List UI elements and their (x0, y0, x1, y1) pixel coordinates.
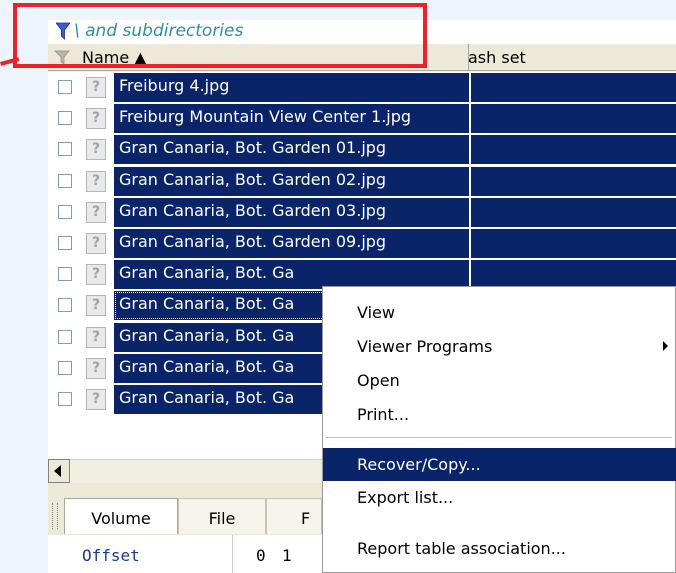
file-name: Gran Canaria, Bot. Garden 09.jpg (119, 232, 387, 251)
unknown-file-icon: ? (86, 108, 106, 130)
menu-item-export-list[interactable]: Export list... (323, 481, 676, 514)
unknown-file-icon: ? (86, 389, 106, 410)
file-name: Gran Canaria, Bot. Ga (119, 356, 295, 376)
file-name: Gran Canaria, Bot. Ga (119, 263, 295, 283)
arrow-left-icon (54, 465, 61, 477)
row-checkbox[interactable] (58, 298, 72, 313)
row-checkbox[interactable] (58, 173, 72, 188)
unknown-file-icon: ? (86, 201, 106, 223)
column-hash-set-label[interactable]: ash set (468, 48, 526, 67)
file-name: Gran Canaria, Bot. Garden 03.jpg (119, 200, 387, 220)
file-name: Gran Canaria, Bot. Ga (119, 294, 295, 314)
unknown-file-icon: ? (86, 357, 106, 379)
toolbar-grip[interactable] (52, 503, 58, 529)
file-name: Freiburg Mountain View Center 1.jpg (119, 107, 412, 127)
file-name: Gran Canaria, Bot. Ga (119, 388, 295, 407)
tab-f[interactable]: F (266, 498, 322, 534)
file-name: Freiburg 4.jpg (119, 76, 230, 95)
row-checkbox[interactable] (58, 236, 72, 250)
selection-highlight (471, 135, 676, 165)
row-checkbox[interactable] (58, 204, 72, 219)
file-row[interactable]: ? Freiburg 4.jpg (48, 72, 676, 103)
unknown-file-icon: ? (86, 264, 106, 286)
selection-highlight (471, 166, 676, 196)
file-row[interactable]: ? Gran Canaria, Bot. Garden 03.jpg (48, 197, 676, 228)
menu-item-open[interactable]: Open (323, 364, 676, 397)
menu-item-report-table-association[interactable]: Report table association... (323, 532, 676, 565)
selection-highlight (471, 229, 676, 258)
offset-divider (232, 535, 233, 573)
menu-separator (326, 437, 672, 438)
annotation-highlight-box (13, 3, 427, 68)
tab-volume[interactable]: Volume (64, 498, 178, 534)
tab-file[interactable]: File (178, 498, 266, 534)
unknown-file-icon: ? (86, 233, 106, 254)
unknown-file-icon: ? (86, 295, 106, 317)
file-row[interactable]: ? Freiburg Mountain View Center 1.jpg (48, 103, 676, 134)
row-checkbox[interactable] (58, 80, 72, 94)
row-checkbox[interactable] (58, 360, 72, 375)
file-name: Gran Canaria, Bot. Garden 02.jpg (119, 169, 387, 189)
submenu-arrow-icon (663, 341, 668, 351)
unknown-file-icon: ? (86, 77, 106, 98)
row-checkbox[interactable] (58, 267, 72, 282)
selection-highlight (471, 104, 676, 134)
offset-value-0: 0 (256, 546, 266, 565)
file-row[interactable]: ? Gran Canaria, Bot. Garden 02.jpg (48, 166, 676, 197)
unknown-file-icon: ? (86, 139, 106, 161)
file-name: Gran Canaria, Bot. Ga (119, 325, 295, 345)
selection-highlight (471, 73, 676, 102)
row-checkbox[interactable] (58, 392, 72, 406)
unknown-file-icon: ? (86, 170, 106, 192)
file-name: Gran Canaria, Bot. Garden 01.jpg (119, 138, 387, 158)
row-checkbox[interactable] (58, 111, 72, 126)
unknown-file-icon: ? (86, 326, 106, 348)
row-checkbox[interactable] (58, 329, 72, 344)
offset-label: Offset (82, 546, 140, 565)
menu-item-viewer-programs[interactable]: Viewer Programs (323, 330, 676, 363)
offset-value-1: 1 (282, 546, 292, 565)
file-row[interactable]: ? Gran Canaria, Bot. Garden 01.jpg (48, 134, 676, 165)
menu-item-recover-copy[interactable]: Recover/Copy... (323, 448, 676, 481)
menu-item-print[interactable]: Print... (323, 398, 676, 431)
file-row[interactable]: ? Gran Canaria, Bot. Garden 09.jpg (48, 228, 676, 259)
menu-item-view[interactable]: View (323, 296, 676, 329)
selection-highlight (471, 197, 676, 227)
selection-highlight (471, 260, 676, 290)
row-checkbox[interactable] (58, 142, 72, 157)
